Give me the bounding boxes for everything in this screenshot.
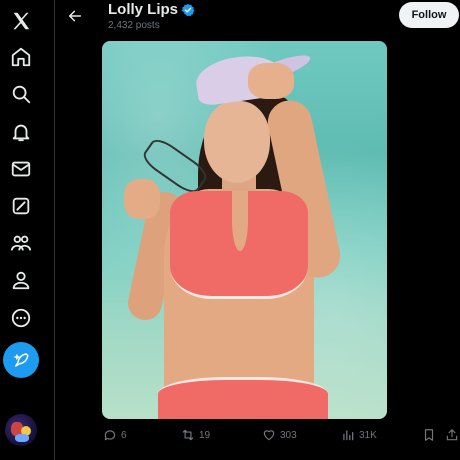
repost-count: 19 <box>199 429 211 441</box>
bookmark-button[interactable] <box>422 428 436 442</box>
account-avatar[interactable] <box>5 414 37 446</box>
like-count: 303 <box>280 429 297 441</box>
compose-post-button[interactable] <box>3 342 39 378</box>
views-button[interactable]: 31K <box>341 428 377 442</box>
profile-icon[interactable] <box>5 264 37 296</box>
post-media-image[interactable] <box>102 41 387 419</box>
like-button[interactable]: 303 <box>262 428 297 442</box>
bookmark-icon <box>424 429 434 441</box>
messages-icon[interactable] <box>5 153 37 185</box>
x-logo-icon[interactable] <box>5 5 37 37</box>
feather-plus-icon <box>14 353 29 367</box>
post-actions-bar: 6 19 303 31K <box>55 424 460 450</box>
heart-icon <box>263 430 275 441</box>
notifications-icon[interactable] <box>5 116 37 148</box>
reply-count: 6 <box>121 429 127 441</box>
search-icon[interactable] <box>5 78 37 110</box>
sidebar-nav <box>0 0 42 460</box>
back-button[interactable] <box>63 4 87 28</box>
view-count: 31K <box>359 429 377 441</box>
repost-button[interactable]: 19 <box>181 428 210 442</box>
profile-title-row: Lolly Lips <box>108 1 195 18</box>
main-column: Lolly Lips 2,432 posts Follow 6 19 303 3… <box>54 0 460 460</box>
profile-header: Lolly Lips 2,432 posts Follow <box>55 0 460 38</box>
home-icon[interactable] <box>5 41 37 73</box>
grok-icon[interactable] <box>5 190 37 222</box>
follow-button[interactable]: Follow <box>399 2 459 28</box>
analytics-icon <box>343 430 354 441</box>
more-icon[interactable] <box>5 302 37 334</box>
arrow-left-icon <box>68 10 82 22</box>
post-count: 2,432 posts <box>108 20 160 31</box>
repost-icon <box>182 429 194 441</box>
share-button[interactable] <box>445 428 459 442</box>
share-icon <box>446 429 458 441</box>
reply-button[interactable]: 6 <box>103 428 127 442</box>
communities-icon[interactable] <box>5 227 37 259</box>
verified-badge-icon <box>181 3 195 17</box>
profile-name: Lolly Lips <box>108 1 179 18</box>
media-side-panel <box>387 41 437 419</box>
reply-icon <box>104 430 116 441</box>
